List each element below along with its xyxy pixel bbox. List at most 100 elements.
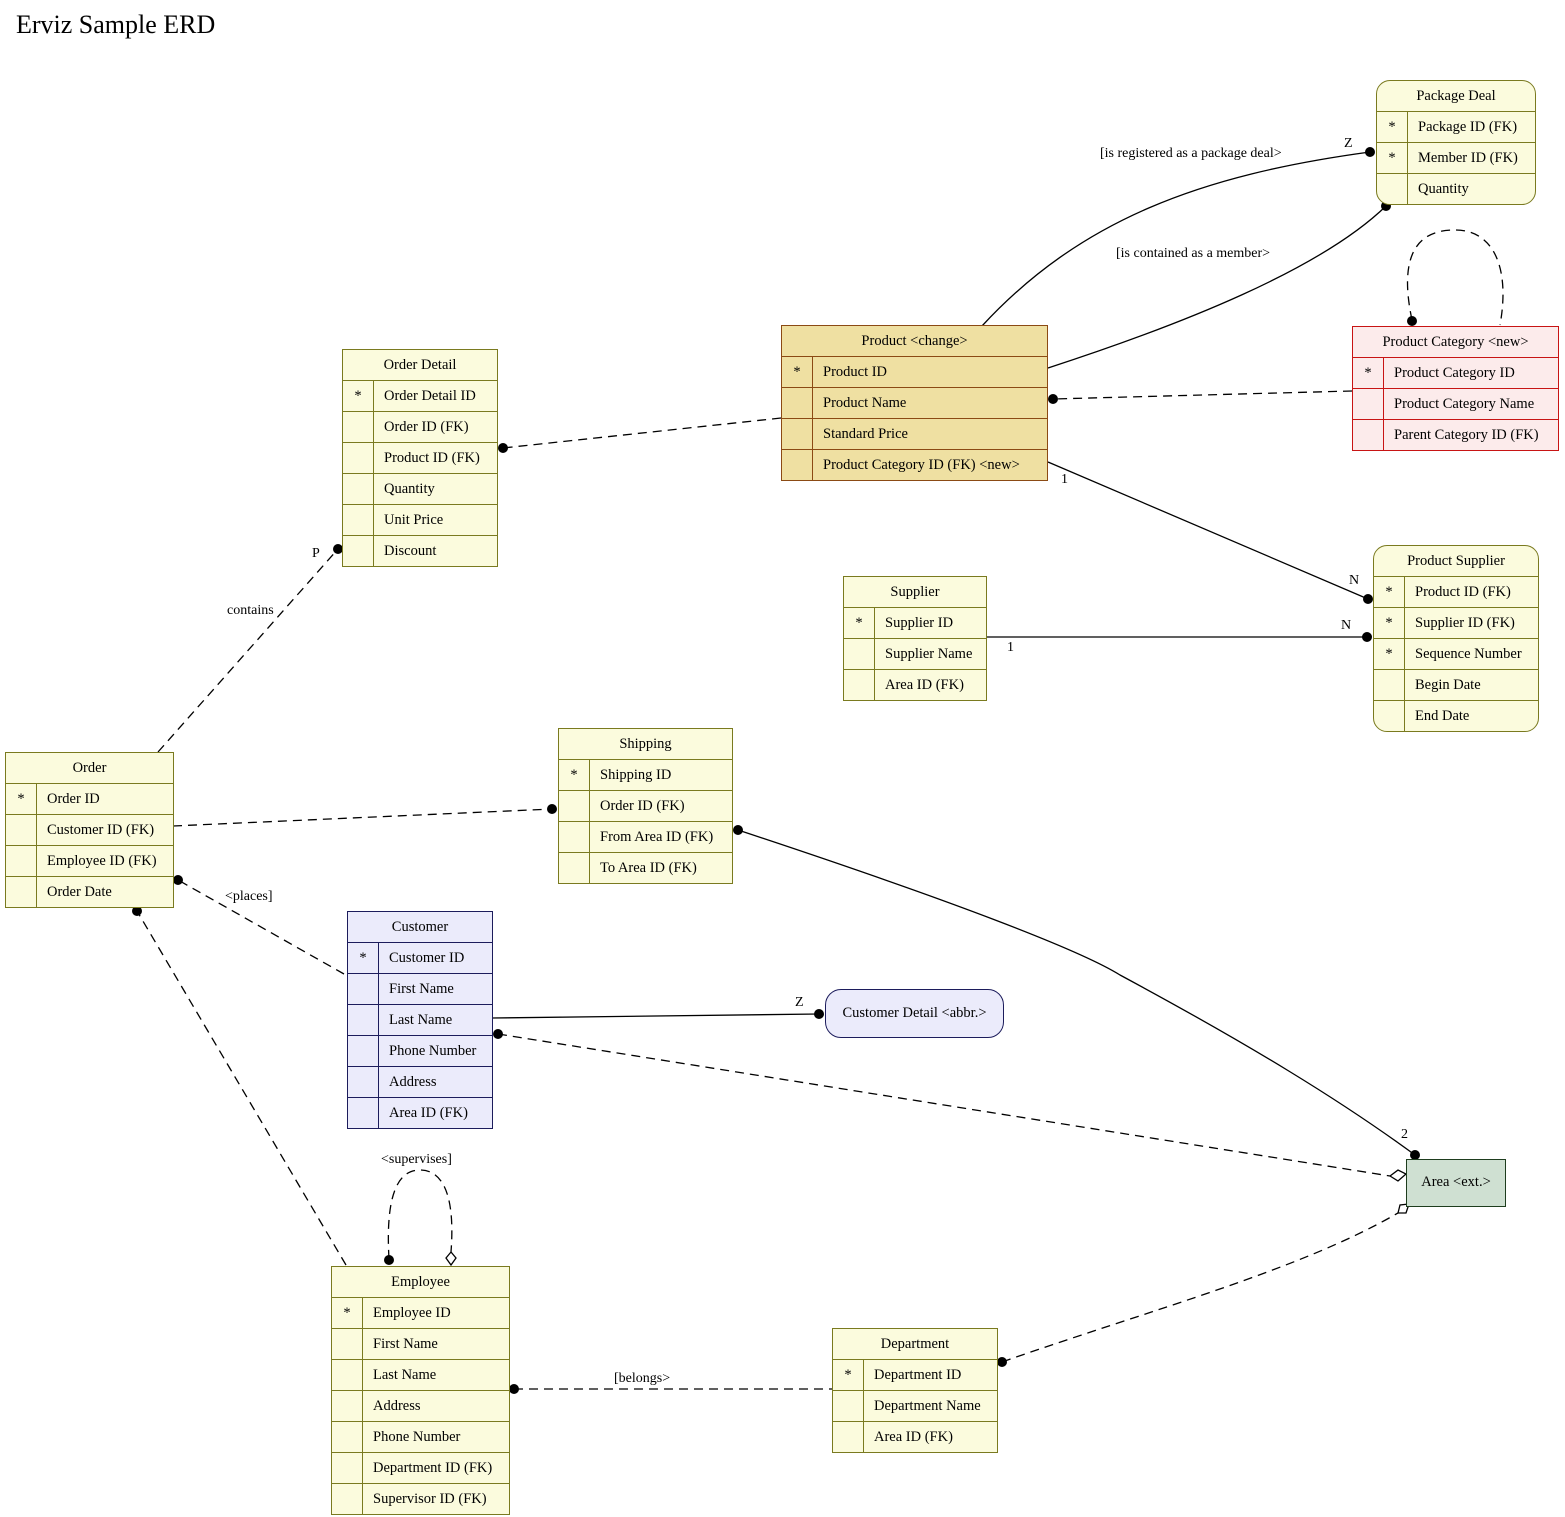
entity-employee[interactable]: Employee * Employee ID First Name Last Name A…	[331, 1266, 510, 1515]
attribute-row[interactable]: Phone Number	[348, 1036, 492, 1067]
entity-customer-detail[interactable]: Customer Detail <abbr.>	[825, 989, 1004, 1038]
attribute-row[interactable]: Product Category Name	[1353, 389, 1558, 420]
endpoint-diamond	[445, 1250, 457, 1267]
endpoint-dot	[1048, 394, 1058, 404]
attribute-name: Order Date	[47, 884, 112, 900]
entity-product-category[interactable]: Product Category <new> * Product Category …	[1352, 326, 1559, 451]
attribute-row[interactable]: * Package ID (FK)	[1377, 112, 1535, 143]
attribute-row[interactable]: Area ID (FK)	[348, 1098, 492, 1128]
key-cell	[332, 1484, 363, 1514]
attribute-row[interactable]: Phone Number	[332, 1422, 509, 1453]
attribute-row[interactable]: Discount	[343, 536, 497, 566]
attribute-name: Area ID (FK)	[874, 1429, 953, 1445]
entity-shipping[interactable]: Shipping * Shipping ID Order ID (FK) From Ar…	[558, 728, 733, 884]
attribute-row[interactable]: Last Name	[332, 1360, 509, 1391]
key-cell	[6, 877, 37, 907]
entity-order-detail[interactable]: Order Detail * Order Detail ID Order ID (FK…	[342, 349, 498, 567]
attribute-name: Product ID (FK)	[384, 450, 480, 466]
attribute-row[interactable]: Quantity	[343, 474, 497, 505]
attribute-row[interactable]: Department ID (FK)	[332, 1453, 509, 1484]
attribute-row[interactable]: Order ID (FK)	[559, 791, 732, 822]
entity-package-deal[interactable]: Package Deal * Package ID (FK) * Member ID (…	[1376, 80, 1536, 205]
attribute-row[interactable]: Begin Date	[1374, 670, 1538, 701]
attribute-row[interactable]: Quantity	[1377, 174, 1535, 204]
key-cell	[332, 1391, 363, 1421]
edge-customer-area	[497, 1033, 1391, 1177]
entity-product[interactable]: Product <change> * Product ID Product Name S…	[781, 325, 1048, 481]
entity-title: Customer	[348, 912, 492, 943]
attribute-name: Area ID (FK)	[885, 677, 964, 693]
attribute-name: From Area ID (FK)	[600, 829, 714, 845]
endpoint-dot	[733, 825, 743, 835]
attribute-name: Address	[373, 1398, 421, 1414]
edge-department-area	[1001, 1212, 1399, 1363]
entity-customer[interactable]: Customer * Customer ID First Name Last Name P…	[347, 911, 493, 1129]
attribute-row[interactable]: First Name	[348, 974, 492, 1005]
entity-supplier[interactable]: Supplier * Supplier ID Supplier Name Area ID…	[843, 576, 987, 701]
attribute-name: Order ID (FK)	[384, 419, 469, 435]
key-cell	[6, 815, 37, 845]
attribute-row[interactable]: To Area ID (FK)	[559, 853, 732, 883]
attribute-row[interactable]: * Department ID	[833, 1360, 997, 1391]
attribute-row[interactable]: Parent Category ID (FK)	[1353, 420, 1558, 450]
attribute-row[interactable]: * Order Detail ID	[343, 381, 497, 412]
attribute-row[interactable]: * Sequence Number	[1374, 639, 1538, 670]
attribute-row[interactable]: * Order ID	[6, 784, 173, 815]
attribute-row[interactable]: Customer ID (FK)	[6, 815, 173, 846]
attribute-row[interactable]: Supplier Name	[844, 639, 986, 670]
entity-title: Shipping	[559, 729, 732, 760]
key-cell	[343, 412, 374, 442]
attribute-name: Address	[389, 1074, 437, 1090]
attribute-row[interactable]: * Product ID (FK)	[1374, 577, 1538, 608]
entity-order[interactable]: Order * Order ID Customer ID (FK) Employee I…	[5, 752, 174, 908]
entity-title: Department	[833, 1329, 997, 1360]
cardinality-p: P	[312, 546, 320, 561]
attribute-name: Phone Number	[373, 1429, 461, 1445]
attribute-row[interactable]: * Customer ID	[348, 943, 492, 974]
attribute-row[interactable]: * Shipping ID	[559, 760, 732, 791]
attribute-row[interactable]: Supervisor ID (FK)	[332, 1484, 509, 1514]
endpoint-dot	[547, 804, 557, 814]
primary-key-marker: *	[343, 381, 374, 411]
endpoint-dot	[493, 1029, 503, 1039]
attribute-name: Product Category ID	[1394, 365, 1515, 381]
attribute-row[interactable]: Address	[348, 1067, 492, 1098]
attribute-row[interactable]: From Area ID (FK)	[559, 822, 732, 853]
endpoint-dot	[1363, 594, 1373, 604]
attribute-row[interactable]: Department Name	[833, 1391, 997, 1422]
attribute-name: Supplier Name	[885, 646, 973, 662]
attribute-row[interactable]: Standard Price	[782, 419, 1047, 450]
entity-title: Order Detail	[343, 350, 497, 381]
entity-area[interactable]: Area <ext.>	[1406, 1159, 1506, 1207]
entity-product-supplier[interactable]: Product Supplier * Product ID (FK) * Supplie…	[1373, 545, 1539, 732]
attribute-row[interactable]: First Name	[332, 1329, 509, 1360]
attribute-row[interactable]: Product ID (FK)	[343, 443, 497, 474]
attribute-row[interactable]: Area ID (FK)	[844, 670, 986, 700]
attribute-row[interactable]: * Supplier ID (FK)	[1374, 608, 1538, 639]
attribute-row[interactable]: Address	[332, 1391, 509, 1422]
attribute-name: Last Name	[389, 1012, 453, 1028]
attribute-row[interactable]: Product Name	[782, 388, 1047, 419]
attribute-row[interactable]: Employee ID (FK)	[6, 846, 173, 877]
attribute-name: Area ID (FK)	[389, 1105, 468, 1121]
attribute-name: Order ID	[47, 791, 100, 807]
attribute-name: Department Name	[874, 1398, 981, 1414]
edge-product-productsupplier	[1047, 461, 1369, 600]
attribute-name: Customer ID	[389, 950, 465, 966]
attribute-row[interactable]: * Product ID	[782, 357, 1047, 388]
attribute-row[interactable]: * Supplier ID	[844, 608, 986, 639]
attribute-row[interactable]: Unit Price	[343, 505, 497, 536]
key-cell	[782, 450, 813, 480]
attribute-row[interactable]: * Member ID (FK)	[1377, 143, 1535, 174]
entity-department[interactable]: Department * Department ID Department Name A…	[832, 1328, 998, 1453]
primary-key-marker: *	[844, 608, 875, 638]
attribute-row[interactable]: Product Category ID (FK) <new>	[782, 450, 1047, 480]
attribute-row[interactable]: * Employee ID	[332, 1298, 509, 1329]
attribute-row[interactable]: Area ID (FK)	[833, 1422, 997, 1452]
attribute-row[interactable]: End Date	[1374, 701, 1538, 731]
attribute-row[interactable]: Last Name	[348, 1005, 492, 1036]
attribute-row[interactable]: * Product Category ID	[1353, 358, 1558, 389]
attribute-row[interactable]: Order ID (FK)	[343, 412, 497, 443]
primary-key-marker: *	[1353, 358, 1384, 388]
attribute-row[interactable]: Order Date	[6, 877, 173, 907]
